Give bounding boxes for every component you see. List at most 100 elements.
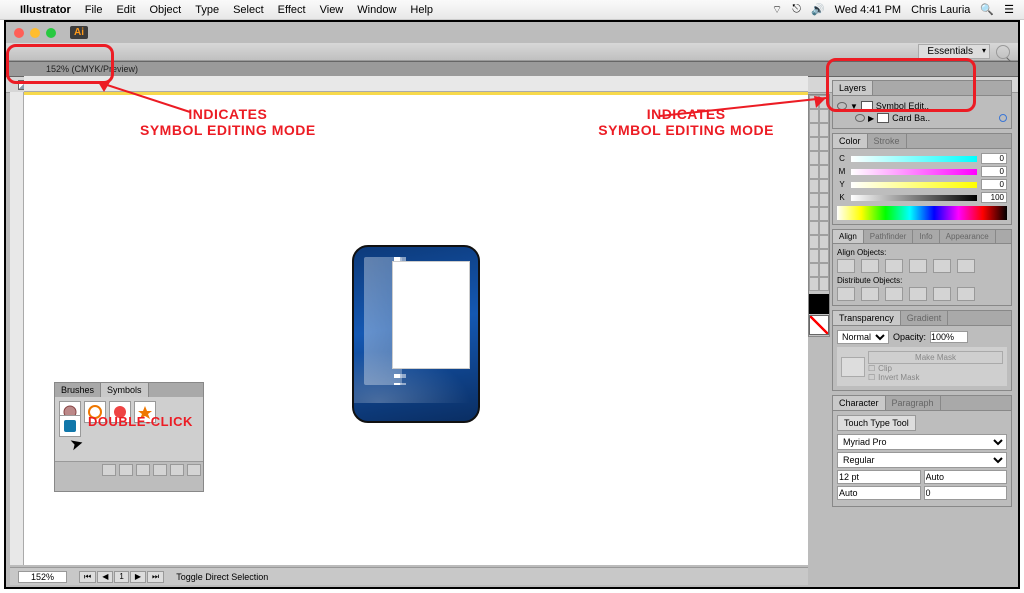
tool-gradient[interactable]	[819, 221, 829, 235]
layer-row[interactable]: ▶ Card Ba..	[837, 112, 1007, 124]
tool-selection[interactable]	[809, 95, 819, 109]
clip-checkbox[interactable]: ☐	[868, 364, 875, 373]
value-m[interactable]: 0	[981, 166, 1007, 177]
tool-line[interactable]	[809, 137, 819, 151]
align-panel[interactable]: Align Pathfinder Info Appearance Align O…	[832, 229, 1012, 306]
first-artboard-button[interactable]: ⏮	[79, 571, 96, 583]
new-symbol-button[interactable]	[170, 464, 184, 476]
leading-input[interactable]	[924, 470, 1008, 484]
opacity-input[interactable]	[930, 331, 968, 343]
delete-symbol-button[interactable]	[187, 464, 201, 476]
make-mask-button[interactable]: Make Mask	[868, 351, 1003, 364]
slider-k[interactable]	[851, 195, 977, 201]
character-panel[interactable]: Character Paragraph Touch Type Tool Myri…	[832, 395, 1012, 507]
invert-checkbox[interactable]: ☐	[868, 373, 875, 382]
tool-direct-selection[interactable]	[819, 95, 829, 109]
tool-graph[interactable]	[819, 249, 829, 263]
tab-appearance[interactable]: Appearance	[940, 230, 996, 243]
place-symbol-button[interactable]	[119, 464, 133, 476]
align-hcenter-button[interactable]	[861, 259, 879, 273]
tool-width[interactable]	[809, 193, 819, 207]
symbol-libraries-button[interactable]	[102, 464, 116, 476]
transparency-panel[interactable]: Transparency Gradient Normal Opacity: Ma…	[832, 310, 1012, 391]
tool-zoom[interactable]	[819, 277, 829, 291]
layers-panel[interactable]: Layers ▼ Symbol Edit.. ▶ Card Ba..	[832, 80, 1012, 129]
color-panel[interactable]: Color Stroke C0 M0 Y0 K100	[832, 133, 1012, 225]
layer-row[interactable]: ▼ Symbol Edit..	[837, 100, 1007, 112]
tool-slice[interactable]	[819, 263, 829, 277]
tab-align[interactable]: Align	[833, 230, 864, 243]
zoom-window-button[interactable]	[46, 28, 56, 38]
tool-hand[interactable]	[809, 277, 819, 291]
color-spectrum[interactable]	[837, 206, 1007, 220]
tool-eraser[interactable]	[819, 165, 829, 179]
menu-help[interactable]: Help	[410, 4, 433, 16]
menu-file[interactable]: File	[85, 4, 103, 16]
dist-right-button[interactable]	[957, 287, 975, 301]
tool-rectangle[interactable]	[819, 137, 829, 151]
tab-character[interactable]: Character	[833, 396, 886, 410]
menu-effect[interactable]: Effect	[278, 4, 306, 16]
tool-type[interactable]	[819, 123, 829, 137]
tool-perspective[interactable]	[819, 207, 829, 221]
tab-color[interactable]: Color	[833, 134, 868, 148]
tool-artboard[interactable]	[809, 263, 819, 277]
tool-blob[interactable]	[809, 165, 819, 179]
notifications-icon[interactable]: ☰	[1004, 3, 1014, 16]
tools-panel[interactable]	[808, 94, 830, 337]
stroke-swatch[interactable]	[809, 315, 829, 335]
artboard-nav[interactable]: ⏮ ◀ 1 ▶ ⏭	[79, 571, 164, 583]
disclosure-icon[interactable]: ▼	[850, 102, 858, 111]
last-artboard-button[interactable]: ⏭	[147, 571, 164, 583]
font-size-input[interactable]	[837, 470, 921, 484]
menu-window[interactable]: Window	[357, 4, 396, 16]
tab-stroke[interactable]: Stroke	[868, 134, 907, 148]
tool-lasso[interactable]	[819, 109, 829, 123]
menu-view[interactable]: View	[320, 4, 344, 16]
font-family-select[interactable]: Myriad Pro	[837, 434, 1007, 450]
ruler-horizontal[interactable]	[24, 76, 808, 92]
tool-free-transform[interactable]	[819, 193, 829, 207]
target-icon[interactable]	[999, 114, 1007, 122]
ruler-vertical[interactable]	[10, 92, 24, 565]
touch-type-button[interactable]: Touch Type Tool	[837, 415, 916, 431]
tool-mesh[interactable]	[809, 221, 819, 235]
zoom-level[interactable]: 152%	[18, 571, 67, 583]
tab-layers[interactable]: Layers	[833, 81, 873, 95]
tool-pencil[interactable]	[819, 151, 829, 165]
tool-shape-builder[interactable]	[809, 207, 819, 221]
mask-thumb[interactable]	[841, 357, 865, 377]
slider-c[interactable]	[851, 156, 977, 162]
slider-y[interactable]	[851, 182, 977, 188]
align-right-button[interactable]	[885, 259, 903, 273]
disclosure-icon[interactable]: ▶	[868, 114, 874, 123]
tab-info[interactable]: Info	[913, 230, 939, 243]
tool-scale[interactable]	[819, 179, 829, 193]
menu-type[interactable]: Type	[195, 4, 219, 16]
tool-symbol-sprayer[interactable]	[809, 249, 819, 263]
user-menu[interactable]: Chris Lauria	[911, 4, 970, 16]
tab-brushes[interactable]: Brushes	[55, 383, 101, 397]
blend-mode-select[interactable]: Normal	[837, 330, 889, 344]
tab-symbols[interactable]: Symbols	[101, 383, 149, 397]
artwork-card[interactable]	[352, 245, 480, 423]
tab-pathfinder[interactable]: Pathfinder	[864, 230, 913, 243]
menu-edit[interactable]: Edit	[116, 4, 135, 16]
bluetooth-icon[interactable]: ⌔	[772, 3, 782, 17]
align-top-button[interactable]	[909, 259, 927, 273]
volume-icon[interactable]: 🔊	[811, 3, 825, 16]
dist-bottom-button[interactable]	[885, 287, 903, 301]
tool-rotate[interactable]	[809, 179, 819, 193]
break-link-button[interactable]	[136, 464, 150, 476]
value-c[interactable]: 0	[981, 153, 1007, 164]
tab-transparency[interactable]: Transparency	[833, 311, 901, 325]
artboard-number[interactable]: 1	[114, 571, 128, 583]
canvas[interactable]	[24, 92, 808, 565]
visibility-icon[interactable]	[855, 114, 865, 122]
kerning-input[interactable]	[837, 486, 921, 500]
tool-eyedropper[interactable]	[809, 235, 819, 249]
tab-paragraph[interactable]: Paragraph	[886, 396, 941, 410]
minimize-window-button[interactable]	[30, 28, 40, 38]
spotlight-icon[interactable]: 🔍	[980, 3, 994, 16]
layer-name[interactable]: Symbol Edit..	[876, 101, 929, 111]
